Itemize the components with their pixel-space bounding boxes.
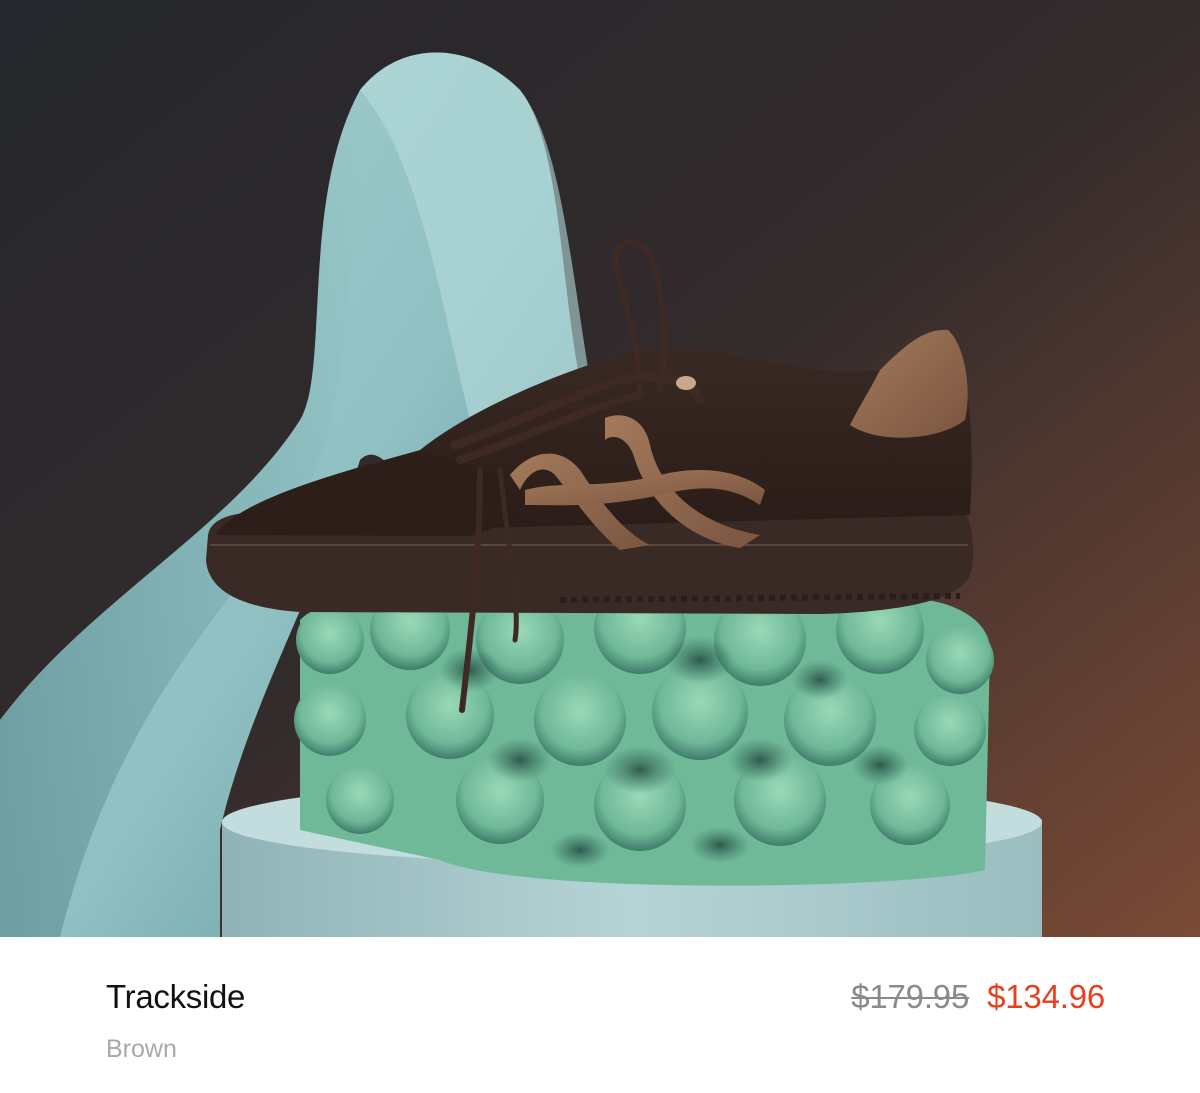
product-card[interactable]: Trackside Brown $179.95 $134.96 — [0, 0, 1200, 1093]
price-group: $179.95 $134.96 — [851, 978, 1105, 1016]
product-image[interactable] — [0, 0, 1200, 937]
product-color-name: Brown — [106, 1035, 177, 1063]
green-egg-crate-foam — [294, 582, 994, 886]
product-name[interactable]: Trackside — [106, 978, 245, 1016]
sale-price: $134.96 — [987, 978, 1105, 1015]
original-price: $179.95 — [851, 978, 970, 1015]
